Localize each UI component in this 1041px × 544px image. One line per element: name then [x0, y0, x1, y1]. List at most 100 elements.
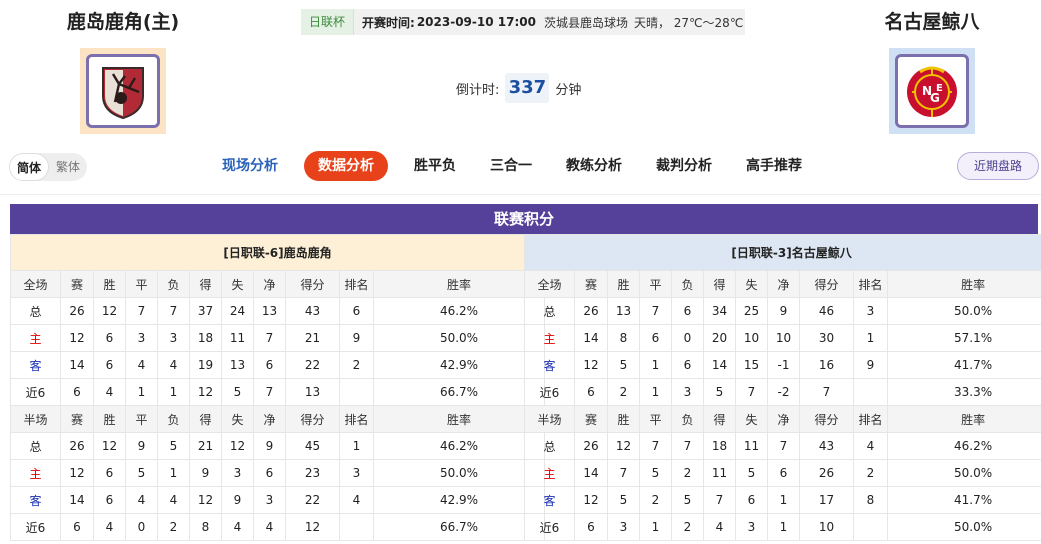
table-cell: 4 [221, 513, 254, 541]
table-cell: 66.7% [373, 513, 545, 541]
table-cell: 18 [189, 324, 222, 352]
table-cell: 3 [253, 486, 286, 514]
table-cell: 7 [157, 297, 190, 325]
recent-handicap-button[interactable]: 近期盘路 [957, 152, 1039, 180]
table-cell: 7 [735, 378, 768, 406]
match-page: { "home": {"name": "鹿岛鹿角(主)", "logo_bg":… [0, 0, 1041, 544]
column-header: 半场 [524, 405, 575, 433]
table-row: 客 14 6 4 4 19 13 6 22 2 42.9% [10, 351, 545, 379]
table-cell: 12 [574, 351, 608, 379]
table-row: 总 26 13 7 6 34 25 9 46 3 50.0% [524, 297, 1041, 325]
table-cell: 11 [703, 459, 736, 487]
column-header: 排名 [853, 270, 888, 298]
venue: 茨城县鹿岛球场 [543, 15, 628, 30]
table-cell: 4 [853, 432, 888, 460]
table-cell: 42.9% [373, 486, 545, 514]
tab-win-draw-lose[interactable]: 胜平负 [400, 151, 470, 181]
table-cell: 9 [189, 459, 222, 487]
table-cell: 57.1% [886, 324, 1041, 352]
column-header: 净 [253, 405, 286, 433]
tab-live-analysis[interactable]: 现场分析 [208, 151, 292, 181]
table-cell: 1 [767, 513, 800, 541]
table-cell: 4 [157, 486, 190, 514]
home-half-header-row: 半场赛胜平负得失净得分 排名 胜率 [10, 405, 545, 433]
table-row: 客 12 5 1 6 14 15 -1 16 9 41.7% [524, 351, 1041, 379]
table-cell: 46.2% [373, 432, 545, 460]
table-cell: 3 [671, 378, 704, 406]
tab-data-analysis[interactable]: 数据分析 [304, 151, 388, 181]
column-header: 胜率 [886, 405, 1041, 433]
away-half-header-row: 半场赛胜平负得失净得分 排名 胜率 [524, 405, 1041, 433]
table-cell: 14 [574, 459, 608, 487]
column-header: 得分 [799, 270, 854, 298]
column-header: 得分 [799, 405, 854, 433]
table-cell: 10 [767, 324, 800, 352]
table-cell: 25 [735, 297, 768, 325]
table-row: 近6 6 4 0 2 8 4 4 12 66.7% [10, 513, 545, 541]
table-row: 主 14 7 5 2 11 5 6 26 2 50.0% [524, 459, 1041, 487]
table-cell: 8 [189, 513, 222, 541]
table-cell [339, 513, 374, 541]
table-cell: 50.0% [886, 513, 1041, 541]
table-cell: 1 [767, 486, 800, 514]
away-full-header-row: 全场赛胜平负得失净得分 排名 胜率 [524, 270, 1041, 298]
away-team-logo[interactable]: N G E [895, 54, 969, 128]
table-cell: 26 [60, 297, 94, 325]
table-cell [339, 378, 374, 406]
column-header: 净 [767, 405, 800, 433]
table-cell: 1 [157, 378, 190, 406]
table-cell: 7 [767, 432, 800, 460]
table-cell: 11 [735, 432, 768, 460]
away-team-label[interactable]: [日职联-3]名古屋鲸八 [523, 234, 1041, 271]
tab-three-in-one[interactable]: 三合一 [476, 151, 546, 181]
table-cell: 2 [671, 459, 704, 487]
column-header: 胜 [93, 405, 126, 433]
column-header: 赛 [574, 405, 608, 433]
lang-simplified[interactable]: 简体 [9, 153, 50, 181]
column-header: 净 [767, 270, 800, 298]
row-label: 总 [524, 432, 575, 460]
column-header: 平 [639, 270, 672, 298]
table-row: 客 14 6 4 4 12 9 3 22 4 42.9% [10, 486, 545, 514]
tab-expert-picks[interactable]: 高手推荐 [732, 151, 816, 181]
row-label: 客 [10, 351, 61, 379]
table-cell: 0 [671, 324, 704, 352]
tab-coach-analysis[interactable]: 教练分析 [552, 151, 636, 181]
table-cell: 1 [639, 513, 672, 541]
countdown-value: 337 [505, 73, 550, 103]
table-cell: 1 [125, 378, 158, 406]
table-cell: 4 [125, 351, 158, 379]
table-cell: 6 [339, 297, 374, 325]
column-header: 胜 [607, 270, 640, 298]
table-cell: 6 [574, 378, 608, 406]
column-header: 胜率 [373, 405, 545, 433]
table-cell: 6 [639, 324, 672, 352]
table-cell: 2 [339, 351, 374, 379]
league-tag[interactable]: 日联杯 [301, 9, 355, 35]
tab-referee-analysis[interactable]: 裁判分析 [642, 151, 726, 181]
home-team-label[interactable]: [日职联-6]鹿岛鹿角 [10, 234, 545, 271]
column-header: 平 [639, 405, 672, 433]
table-cell: 5 [703, 378, 736, 406]
table-cell: 41.7% [886, 486, 1041, 514]
nagoya-crest-icon: N G E [907, 66, 957, 117]
table-cell: 6 [735, 486, 768, 514]
table-cell: 12 [574, 486, 608, 514]
table-row: 主 12 6 3 3 18 11 7 21 9 50.0% [10, 324, 545, 352]
table-cell: 6 [93, 351, 126, 379]
column-header: 净 [253, 270, 286, 298]
home-team-name[interactable]: 鹿岛鹿角(主) [43, 8, 203, 36]
table-cell: 6 [253, 459, 286, 487]
column-header: 全场 [10, 270, 61, 298]
language-switch: 简体 繁体 [9, 153, 88, 181]
away-team: 名古屋鲸八 N G E [852, 8, 1012, 134]
away-team-name[interactable]: 名古屋鲸八 [852, 8, 1012, 36]
home-team-logo[interactable] [86, 54, 160, 128]
analysis-nav: 现场分析 数据分析 胜平负 三合一 教练分析 裁判分析 高手推荐 [208, 151, 822, 181]
lang-traditional[interactable]: 繁体 [49, 153, 87, 181]
table-cell: 3 [607, 513, 640, 541]
table-cell: 17 [799, 486, 854, 514]
table-cell: 7 [607, 459, 640, 487]
table-row: 近6 6 2 1 3 5 7 -2 7 33.3% [524, 378, 1041, 406]
column-header: 胜 [93, 270, 126, 298]
